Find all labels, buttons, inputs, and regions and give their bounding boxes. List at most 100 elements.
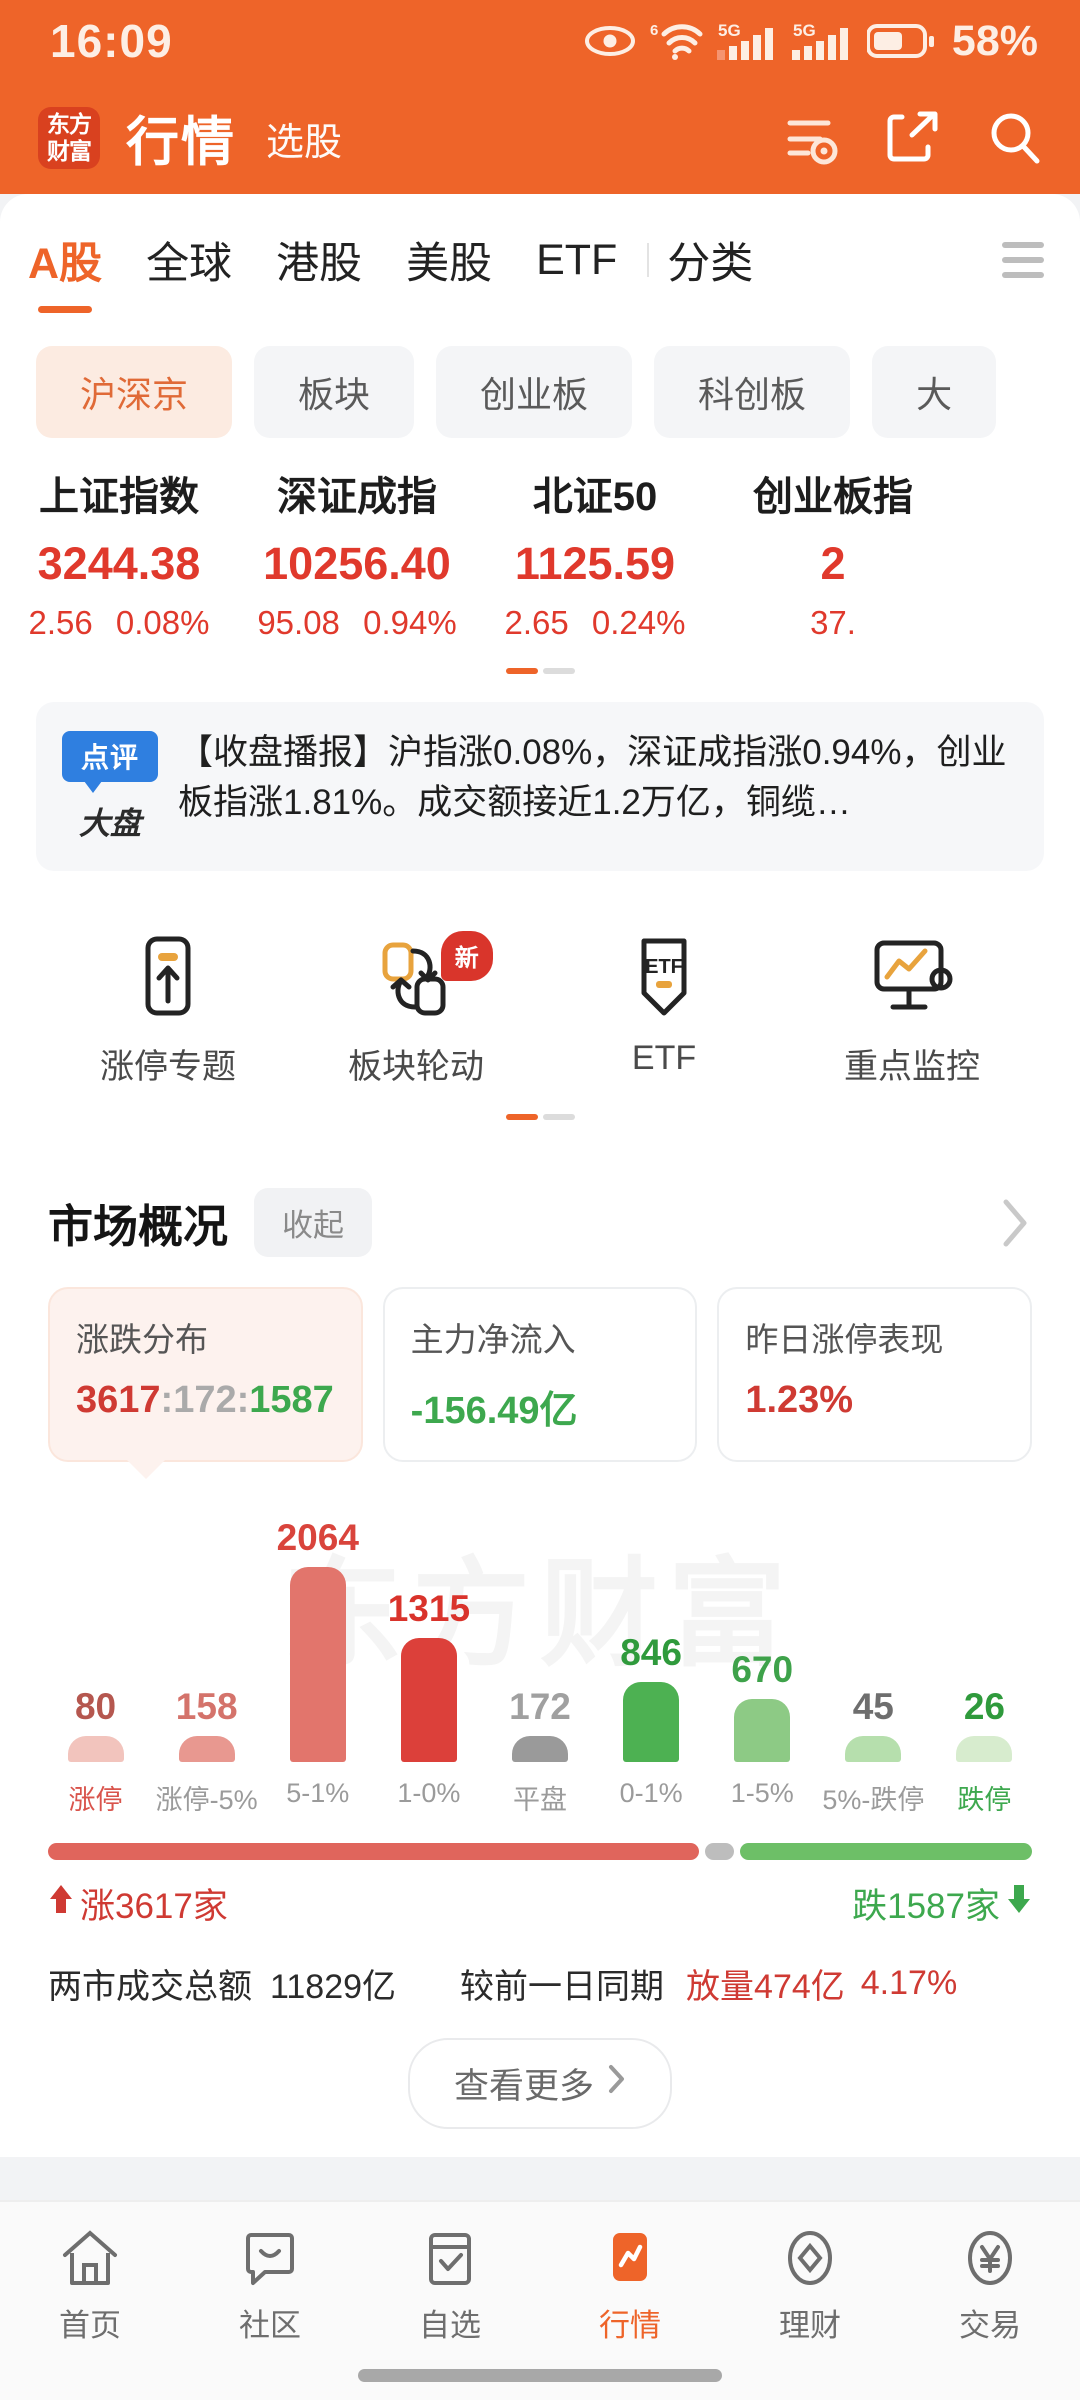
nav-item-watchlist[interactable]: 自选 <box>360 2226 540 2345</box>
chart-bar-column: 2064 <box>262 1492 373 1762</box>
share-icon[interactable] <box>886 109 940 167</box>
nav-label: 行情 <box>599 2308 661 2343</box>
nav-label: 理财 <box>779 2308 841 2343</box>
chart-category-label: 5%-跌停 <box>822 1785 925 1815</box>
index-change: 2.65 0.24% <box>476 604 714 642</box>
nav-item-home[interactable]: 首页 <box>0 2226 180 2345</box>
collapse-button[interactable]: 收起 <box>254 1188 373 1257</box>
chart-bar <box>289 1567 346 1762</box>
stat-flat-count: 172 <box>173 1379 237 1421</box>
quick-link-key-monitor[interactable]: 重点监控 <box>788 929 1036 1088</box>
chevron-right-icon[interactable] <box>998 1196 1032 1250</box>
chart-bar <box>67 1736 124 1762</box>
chip-sectors[interactable]: 板块 <box>254 346 415 438</box>
chart-bar <box>400 1638 457 1762</box>
stock-picker-link[interactable]: 选股 <box>266 111 342 166</box>
stat-value: 3617:172:1587 <box>76 1379 334 1421</box>
quick-link-sector-rotation[interactable]: 新 板块轮动 <box>292 929 540 1088</box>
home-indicator <box>358 2369 722 2382</box>
quotes-icon <box>540 2226 720 2290</box>
index-change-abs: 2.65 <box>504 604 569 641</box>
ratio-down-segment <box>740 1843 1032 1860</box>
compare-value: 放量474亿 <box>686 1968 845 2006</box>
index-card[interactable]: 深证成指 10256.40 95.08 0.94% <box>238 464 476 642</box>
battery-icon <box>866 23 935 59</box>
battery-percent: 58% <box>951 16 1038 65</box>
chart-category-label: 0-1% <box>619 1778 683 1808</box>
index-change: 37. <box>714 604 952 642</box>
svg-text:5G: 5G <box>793 21 816 40</box>
chart-bar-column: 846 <box>596 1492 707 1762</box>
chart-bar-value: 26 <box>963 1686 1005 1727</box>
stat-value: 1.23% <box>745 1379 854 1421</box>
tab-hk-shares[interactable]: 港股 <box>276 229 362 291</box>
chart-category-label: 1-5% <box>730 1778 794 1808</box>
chart-label-group: 涨停 涨停-5% 5-1% 1-0% 平盘 0-1% 1-5% 5%-跌停 跌停 <box>40 1778 1040 1817</box>
carousel-dot-active <box>505 668 538 674</box>
news-badge-top: 点评 <box>62 731 158 793</box>
brand-logo[interactable]: 东方 财富 <box>38 107 100 169</box>
tab-global[interactable]: 全球 <box>146 229 232 291</box>
app-screen: 16:09 6 5G 5G 58% 东方 财富 行情 选股 A股 全球 港股 美… <box>0 0 1080 2400</box>
chart-bar-group: 80 158 2064 1315 172 846 670 45 26 <box>40 1492 1040 1762</box>
market-overview-header: 市场概况 收起 <box>18 1188 1062 1257</box>
quick-link-dots <box>24 1114 1056 1120</box>
news-banner[interactable]: 点评 大盘 【收盘播报】沪指涨0.08%，深证成指涨0.94%，创业板指涨1.8… <box>36 702 1044 871</box>
chip-more-board[interactable]: 大 <box>872 346 997 438</box>
nav-label: 首页 <box>59 2308 121 2343</box>
index-change-pct: 0.08% <box>115 604 210 641</box>
search-icon[interactable] <box>986 109 1044 167</box>
chart-bar-column: 80 <box>40 1492 151 1762</box>
tab-categories[interactable]: 分类 <box>667 229 753 291</box>
chip-star-market[interactable]: 科创板 <box>654 346 851 438</box>
status-clock: 16:09 <box>50 15 173 67</box>
chart-bar-value: 2064 <box>276 1517 359 1558</box>
chip-chinext[interactable]: 创业板 <box>436 346 633 438</box>
hamburger-menu-icon[interactable] <box>1002 242 1052 278</box>
updown-distribution-chart: 东方财富 80 158 2064 1315 172 846 670 45 26 涨停 涨停-5% 5… <box>18 1462 1062 1817</box>
index-card[interactable]: 创业板指 2 37. <box>714 464 952 642</box>
nav-item-trade[interactable]: 交易 <box>900 2226 1080 2345</box>
header-actions <box>782 109 1044 167</box>
stat-card-main-net-inflow[interactable]: 主力净流入 -156.49亿 <box>382 1287 698 1462</box>
index-card[interactable]: 上证指数 3244.38 2.56 0.08% <box>0 464 238 642</box>
chart-bar <box>845 1736 902 1762</box>
nav-item-quotes[interactable]: 行情 <box>540 2226 720 2345</box>
brand-logo-line2: 财富 <box>47 138 92 164</box>
tab-us-shares[interactable]: 美股 <box>406 229 492 291</box>
tab-a-shares[interactable]: A股 <box>28 229 102 291</box>
ratio-up-segment <box>48 1843 700 1860</box>
quick-link-row: 涨停专题 新 板块轮动 ETF ETF 重点监控 <box>24 929 1056 1088</box>
turnover-row: 两市成交总额 11829亿 较前一日同期 放量474亿 4.17% <box>18 1929 1062 2008</box>
chart-category-label: 涨停 <box>68 1785 123 1815</box>
community-icon <box>180 2226 360 2290</box>
turnover-value: 11829亿 <box>270 1968 397 2006</box>
chart-bar-value: 172 <box>509 1686 571 1727</box>
chart-bar <box>623 1682 680 1762</box>
stat-card-updown-distribution[interactable]: 涨跌分布 3617:172:1587 <box>48 1287 363 1479</box>
quick-dot <box>542 1114 575 1120</box>
status-bar: 16:09 6 5G 5G 58% <box>0 0 1080 82</box>
index-value: 1125.59 <box>514 538 676 589</box>
quick-link-etf[interactable]: ETF ETF <box>540 929 788 1088</box>
sector-rotation-icon <box>292 929 540 1025</box>
arrow-down-icon <box>1006 1883 1032 1924</box>
limit-up-topic-icon <box>44 929 292 1025</box>
chip-hu-shen-jing[interactable]: 沪深京 <box>36 346 233 438</box>
status-icon-group: 6 5G 5G 58% <box>584 16 1038 66</box>
view-more-button[interactable]: 查看更多 <box>407 2038 672 2129</box>
nav-item-finance[interactable]: 理财 <box>720 2226 900 2345</box>
index-carousel[interactable]: 上证指数 3244.38 2.56 0.08% 深证成指 10256.40 95… <box>0 438 1080 642</box>
tab-etf[interactable]: ETF <box>536 236 617 285</box>
stat-card-yesterday-limitup[interactable]: 昨日涨停表现 1.23% <box>717 1287 1033 1462</box>
index-value: 10256.40 <box>263 538 451 589</box>
index-name: 创业板指 <box>753 475 913 519</box>
nav-item-community[interactable]: 社区 <box>180 2226 360 2345</box>
quick-link-limit-up-topic[interactable]: 涨停专题 <box>44 929 292 1088</box>
index-change-pct: 0.94% <box>363 604 457 641</box>
index-card[interactable]: 北证50 1125.59 2.65 0.24% <box>476 464 714 642</box>
app-header: 东方 财富 行情 选股 <box>0 82 1080 194</box>
up-count-summary: 涨3617家 <box>48 1878 228 1929</box>
chart-bar <box>511 1736 568 1762</box>
filter-settings-icon[interactable] <box>782 109 840 167</box>
